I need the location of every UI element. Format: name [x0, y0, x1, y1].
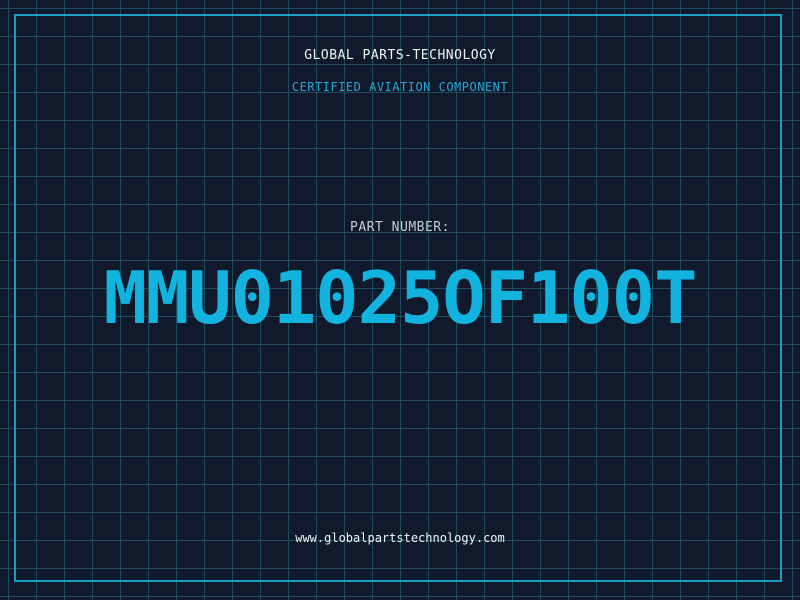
- website-url: www.globalpartstechnology.com: [295, 531, 505, 545]
- tagline: CERTIFIED AVIATION COMPONENT: [291, 80, 509, 94]
- company-name: GLOBAL PARTS-TECHNOLOGY: [304, 48, 496, 63]
- part-number-value: MMU01025OF100T: [103, 256, 698, 340]
- part-number-label: PART NUMBER:: [350, 220, 450, 235]
